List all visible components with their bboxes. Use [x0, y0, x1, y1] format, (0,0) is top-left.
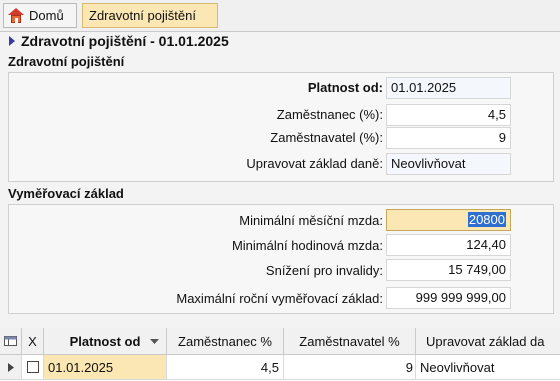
- sort-down-icon: [150, 339, 159, 344]
- tab-active-label: Zdravotní pojištění: [89, 8, 196, 23]
- row-employee-cell[interactable]: 4,5: [167, 355, 284, 380]
- row-employer: 9: [405, 359, 413, 375]
- grid-header-employer-label: Zaměstnavatel %: [299, 333, 400, 349]
- row-valid-from: 01.01.2025: [48, 359, 114, 375]
- grid-options-button[interactable]: [0, 328, 22, 355]
- grid-header-employee[interactable]: Zaměstnanec %: [167, 328, 284, 355]
- adjust-tax-base-field[interactable]: Neovlivňovat: [386, 153, 511, 175]
- home-icon: [8, 7, 24, 24]
- min-monthly-wage-value: 20800: [467, 212, 506, 227]
- employee-percent-field[interactable]: 4,5: [386, 104, 511, 126]
- grid-header-x[interactable]: X: [22, 328, 44, 355]
- min-monthly-wage-field[interactable]: 20800: [386, 209, 511, 231]
- employee-percent-label: Zaměstnanec (%):: [276, 107, 383, 122]
- grid-header-adjust[interactable]: Upravovat základ da: [416, 328, 560, 355]
- tab-home[interactable]: Domů: [3, 3, 77, 28]
- adjust-tax-base-label: Upravovat základ daně:: [246, 156, 383, 171]
- disabled-reduction-field[interactable]: 15 749,00: [386, 259, 511, 281]
- min-hourly-wage-field[interactable]: 124,40: [386, 234, 511, 256]
- grid-header-valid-from-label: Platnost od: [69, 333, 141, 349]
- employer-percent-label: Zaměstnavatel (%):: [270, 130, 383, 145]
- min-monthly-wage-label: Minimální měsíční mzda:: [239, 213, 383, 228]
- max-annual-base-label: Maximální roční vyměřovací základ:: [176, 291, 383, 306]
- section-title-insurance: Zdravotní pojištění: [8, 54, 125, 69]
- row-indicator[interactable]: [0, 355, 22, 380]
- row-valid-from-cell[interactable]: 01.01.2025: [44, 355, 167, 380]
- grid-header-x-label: X: [28, 333, 37, 349]
- row-pointer-icon: [7, 362, 14, 372]
- section-title-assessment-base: Vyměřovací základ: [8, 186, 124, 201]
- page-title: Zdravotní pojištění - 01.01.2025: [21, 33, 229, 49]
- tab-zdravotni-pojisteni[interactable]: Zdravotní pojištění: [82, 3, 218, 28]
- valid-from-field[interactable]: 01.01.2025: [386, 77, 511, 99]
- row-adjust: Neovlivňovat: [420, 359, 495, 375]
- disabled-reduction-label: Snížení pro invalidy:: [265, 263, 383, 278]
- grid-header-employee-label: Zaměstnanec %: [178, 333, 272, 349]
- grid-header-adjust-label: Upravovat základ da: [426, 333, 545, 349]
- row-employer-cell[interactable]: 9: [284, 355, 416, 380]
- row-checkbox[interactable]: [26, 361, 39, 373]
- valid-from-label: Platnost od:: [307, 80, 383, 95]
- row-checkbox-cell[interactable]: [22, 355, 44, 380]
- tab-home-label: Domů: [29, 8, 64, 23]
- employer-percent-field[interactable]: 9: [386, 127, 511, 149]
- max-annual-base-field[interactable]: 999 999 999,00: [386, 287, 511, 309]
- min-hourly-wage-label: Minimální hodinová mzda:: [231, 238, 383, 253]
- header-arrow-icon: [9, 36, 15, 46]
- row-adjust-cell[interactable]: Neovlivňovat: [416, 355, 560, 380]
- grid-header-employer[interactable]: Zaměstnavatel %: [284, 328, 416, 355]
- grid-options-icon: [3, 336, 17, 346]
- row-employee: 4,5: [260, 359, 279, 375]
- grid-header-valid-from[interactable]: Platnost od: [44, 328, 167, 355]
- page-header: Zdravotní pojištění - 01.01.2025: [0, 31, 560, 51]
